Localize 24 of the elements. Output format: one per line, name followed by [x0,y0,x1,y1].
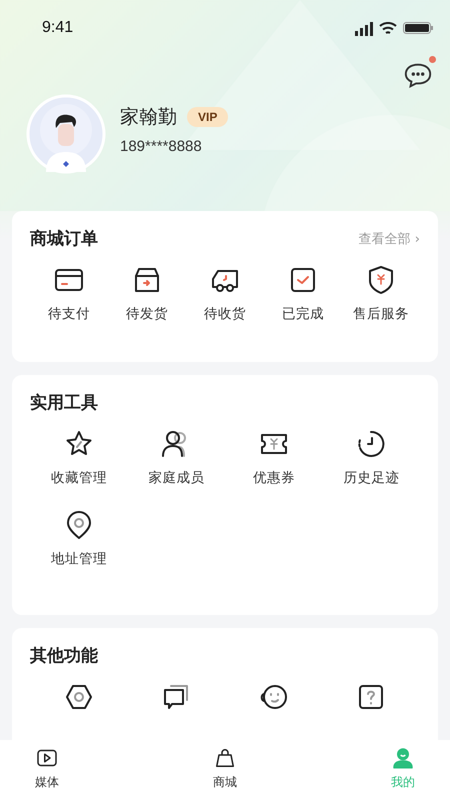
order-status-label[interactable]: 售后服务 [353,305,409,323]
order-status-label[interactable]: 待支付 [48,305,90,323]
battery-icon [403,22,433,34]
order-status-label[interactable]: 待收货 [204,305,246,323]
tool-label[interactable]: 历史足迹 [343,469,400,487]
tool-label[interactable]: 家庭成员 [148,469,204,487]
order-status-label[interactable]: 待发货 [126,305,168,323]
section-title: 其他功能 [30,645,98,667]
section-title: 实用工具 [30,392,98,414]
status-time: 9:41 [42,19,74,37]
signal-icon [355,20,373,36]
order-status-label[interactable]: 已完成 [282,305,324,323]
vip-badge: VIP [187,106,228,126]
tab[interactable]: 媒体 [22,740,72,800]
tool-label[interactable]: 优惠券 [252,469,295,487]
phone-number: 189****8888 [120,138,203,154]
section-title: 商城订单 [30,228,98,250]
wifi-icon [379,22,397,34]
tab[interactable]: 商城 [200,740,250,800]
user-icon [391,746,415,770]
tool-label[interactable]: 收藏管理 [50,469,107,487]
bag-icon [213,746,237,770]
user-name: 家翰勤 [120,104,177,130]
tool-label[interactable]: 地址管理 [50,550,107,568]
